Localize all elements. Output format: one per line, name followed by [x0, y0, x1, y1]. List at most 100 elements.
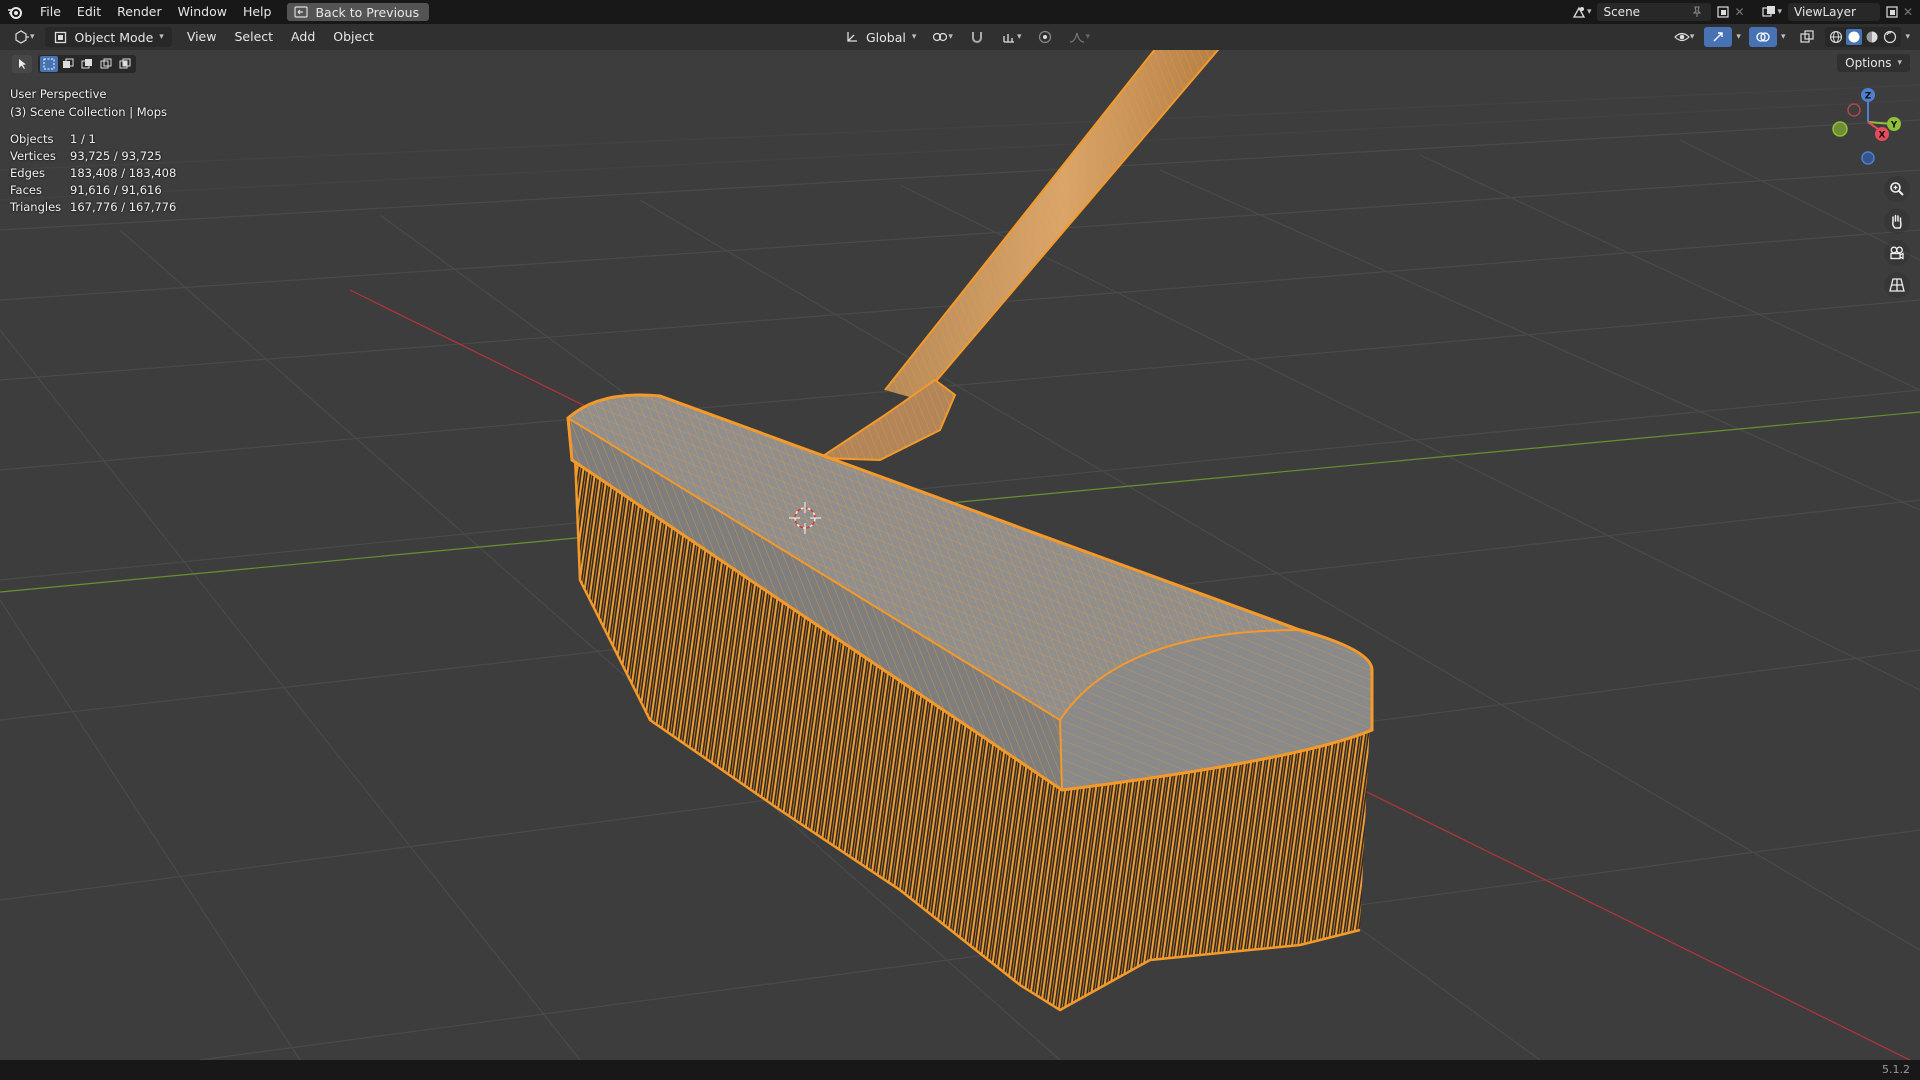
xray-icon [1799, 29, 1815, 45]
options-label: Options [1845, 56, 1892, 70]
stat-label: Faces [10, 183, 42, 197]
object-mode-label: Object Mode [74, 29, 154, 45]
header-menu-object[interactable]: Object [324, 24, 383, 50]
gizmo-z-label: Z [1865, 92, 1872, 102]
material-shading-icon[interactable] [1864, 29, 1880, 45]
scene-icon[interactable] [1571, 4, 1587, 20]
back-to-previous-button[interactable]: Back to Previous [287, 3, 430, 21]
selection-extend-icon[interactable] [59, 56, 77, 72]
stat-value: 1 / 1 [70, 132, 96, 146]
viewport-display-tools: ▾ ▾ ▾ ▾ [1668, 27, 1910, 47]
visibility-dropdown[interactable]: ▾ [1668, 27, 1701, 47]
new-scene-icon[interactable] [1715, 4, 1731, 20]
gizmo-neg-z[interactable] [1861, 151, 1875, 165]
visibility-dropdown-icon: ▾ [1689, 32, 1695, 42]
pivot-point-icon [932, 29, 948, 45]
window-back-icon [293, 4, 309, 20]
transform-tools: Global ▾ ▾ ▾ ▾ [838, 27, 1096, 47]
rendered-shading-icon[interactable] [1882, 29, 1898, 45]
stat-row: Vertices 93,725 / 93,725 [10, 148, 176, 165]
select-tool-button[interactable] [12, 55, 32, 73]
3d-viewport[interactable]: Z Y X [0, 0, 1920, 1060]
transform-orientation-label: Global [866, 29, 906, 45]
object-mode-dropdown[interactable]: Object Mode ▾ [44, 27, 172, 47]
view-layer-field[interactable]: ViewLayer [1788, 3, 1880, 21]
viewport-text-overlay: User Perspective (3) Scene Collection | … [10, 85, 176, 216]
menu-edit[interactable]: Edit [69, 0, 109, 24]
options-dropdown[interactable]: Options ▾ [1837, 54, 1910, 72]
stat-row: Objects 1 / 1 [10, 131, 176, 148]
cursor-arrow-icon [14, 56, 30, 72]
xray-toggle[interactable] [1793, 27, 1821, 47]
transform-orientation-dropdown[interactable]: Global ▾ [838, 27, 922, 47]
selection-new-icon[interactable] [40, 56, 58, 72]
stat-label: Triangles [10, 200, 62, 214]
gizmo-icon [1710, 29, 1726, 45]
pivot-dropdown-icon: ▾ [948, 32, 953, 42]
editor-type-button[interactable]: ▾ [8, 27, 41, 47]
pivot-point-dropdown[interactable]: ▾ [926, 27, 959, 47]
shading-dropdown-icon[interactable]: ▾ [1905, 32, 1910, 42]
header-menu-select[interactable]: Select [225, 24, 282, 50]
menu-help[interactable]: Help [235, 0, 280, 24]
delete-view-layer-icon[interactable]: ✕ [1900, 4, 1916, 20]
stat-row: Faces 91,616 / 91,616 [10, 182, 176, 199]
selection-subtract-icon[interactable] [78, 56, 96, 72]
solid-shading-icon[interactable] [1846, 29, 1863, 45]
scene-name-field[interactable]: Scene [1597, 3, 1712, 21]
shading-modes [1825, 27, 1902, 47]
selection-intersect-icon[interactable] [116, 56, 134, 72]
gizmo-y-label: Y [1890, 121, 1898, 131]
view-layer-icon[interactable] [1761, 4, 1777, 20]
falloff-dropdown[interactable]: ▾ [1063, 27, 1096, 47]
stat-value: 93,725 / 93,725 [70, 149, 162, 163]
viewport-header: ▾ Object Mode ▾ View Select Add Object G… [0, 24, 1920, 50]
header-menu-view[interactable]: View [178, 24, 226, 50]
stat-value: 167,776 / 167,776 [70, 200, 177, 214]
eye-icon [1674, 29, 1690, 45]
object-mode-icon [53, 29, 69, 45]
back-to-previous-label: Back to Previous [315, 4, 420, 20]
selection-invert-icon[interactable] [97, 56, 115, 72]
snap-toggle[interactable] [963, 27, 991, 47]
camera-view-button[interactable] [1884, 240, 1910, 266]
camera-icon [1889, 245, 1905, 261]
scene-dropdown-icon[interactable]: ▾ [1587, 7, 1592, 17]
gizmos-toggle[interactable] [1704, 27, 1733, 47]
proportional-editing-toggle[interactable] [1031, 27, 1059, 47]
snap-target-dropdown[interactable]: ▾ [995, 27, 1028, 47]
view-name: User Perspective [10, 87, 107, 101]
stat-label: Objects [10, 132, 54, 146]
view-layer-dropdown-icon[interactable]: ▾ [1777, 7, 1782, 17]
editor-type-dropdown-icon: ▾ [30, 32, 35, 42]
gizmo-neg-y[interactable] [1832, 121, 1848, 137]
navigation-tools [1884, 176, 1910, 298]
selection-mode-group [38, 55, 136, 73]
overlays-toggle[interactable] [1748, 27, 1777, 47]
pan-button[interactable] [1884, 208, 1910, 234]
scene-name: Scene [1603, 5, 1641, 19]
status-bar: 5.1.2 [0, 1060, 1920, 1080]
scene-controls: ▾ Scene ✕ ▾ ViewLayer ✕ [1571, 0, 1920, 24]
menu-file[interactable]: File [32, 0, 69, 24]
overlays-dropdown-icon[interactable]: ▾ [1781, 32, 1786, 42]
delete-scene-icon[interactable]: ✕ [1731, 4, 1747, 20]
overlays-icon [1755, 29, 1771, 45]
statistics: Objects 1 / 1 Vertices 93,725 / 93,725 E… [10, 131, 176, 216]
stat-value: 183,408 / 183,408 [70, 166, 177, 180]
zoom-button[interactable] [1884, 176, 1910, 202]
gizmos-dropdown-icon[interactable]: ▾ [1736, 32, 1741, 42]
menu-window[interactable]: Window [170, 0, 235, 24]
perspective-toggle-button[interactable] [1884, 272, 1910, 298]
wireframe-shading-icon[interactable] [1828, 29, 1844, 45]
proportional-editing-icon [1037, 29, 1053, 45]
object-mode-dropdown-icon: ▾ [159, 32, 164, 42]
snap-dropdown-icon: ▾ [1016, 32, 1022, 42]
pin-icon[interactable] [1689, 4, 1705, 20]
new-view-layer-icon[interactable] [1884, 4, 1900, 20]
stat-label: Edges [10, 166, 45, 180]
menu-render[interactable]: Render [109, 0, 170, 24]
orientation-axes-icon [844, 29, 860, 45]
blender-logo-icon[interactable] [6, 3, 24, 21]
header-menu-add[interactable]: Add [282, 24, 324, 50]
